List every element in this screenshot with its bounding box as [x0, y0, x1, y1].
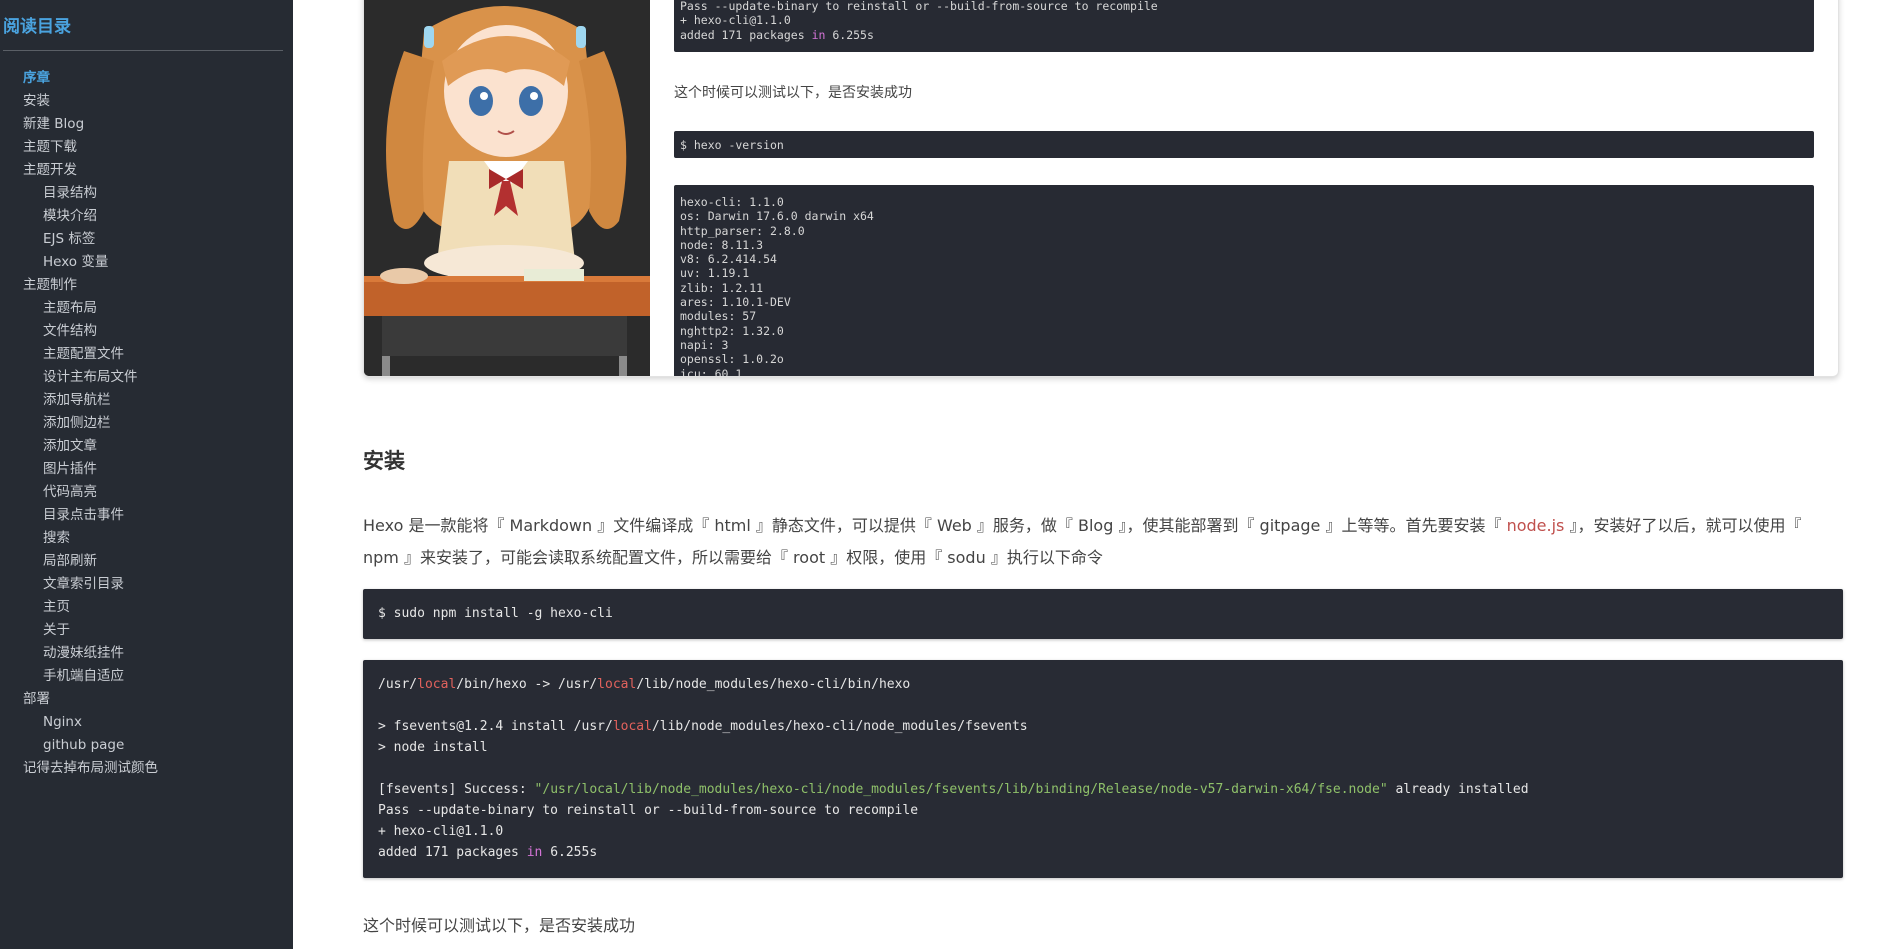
toc-item[interactable]: 添加侧边栏: [0, 412, 293, 435]
toc-item[interactable]: 添加文章: [0, 435, 293, 458]
toc-item[interactable]: Hexo 变量: [0, 251, 293, 274]
toc-item[interactable]: github page: [0, 734, 293, 757]
toc-item[interactable]: 目录结构: [0, 182, 293, 205]
toc-item[interactable]: Nginx: [0, 711, 293, 734]
anime-girl-image: [364, 0, 650, 376]
demo-terminal-area: Pass --update-binary to reinstall or --b…: [674, 0, 1824, 377]
section-heading-install: 安装: [363, 449, 405, 473]
toc-item[interactable]: 新建 Blog: [0, 113, 293, 136]
version-output-line: icu: 60.1: [680, 366, 743, 377]
mini-version-output: hexo-cli: 1.1.0 os: Darwin 17.6.0 darwin …: [674, 185, 1814, 377]
toc-item[interactable]: 主题下载: [0, 136, 293, 159]
toc-item[interactable]: 主页: [0, 596, 293, 619]
toc-item[interactable]: 关于: [0, 619, 293, 642]
version-output-line: hexo-cli: 1.1.0: [680, 195, 784, 209]
toc-item[interactable]: 文章索引目录: [0, 573, 293, 596]
anime-girl-illustration: [364, 0, 650, 376]
toc-item[interactable]: 文件结构: [0, 320, 293, 343]
version-output-line: nghttp2: 1.32.0: [680, 323, 784, 338]
version-output-line: os: Darwin 17.6.0 darwin x64: [680, 209, 874, 224]
mini-check-text: 这个时候可以测试以下，是否安装成功: [674, 85, 912, 101]
toc-item[interactable]: 设计主布局文件: [0, 366, 293, 389]
toc-item[interactable]: 代码高亮: [0, 481, 293, 504]
toc-item[interactable]: 记得去掉布局测试颜色: [0, 757, 293, 780]
main-content: Pass --update-binary to reinstall or --b…: [293, 0, 1882, 949]
toc-list: 序章 安装 新建 Blog 主题下载 主题开发 目录结构 模块介绍 EJS 标签 Hexo 变量…: [0, 67, 293, 780]
mini-install-output: Pass --update-binary to reinstall or --b…: [674, 0, 1814, 52]
toc-item[interactable]: 手机端自适应: [0, 665, 293, 688]
toc-item[interactable]: 主题开发: [0, 159, 293, 182]
version-output-line: uv: 1.19.1: [680, 266, 750, 281]
toc-item[interactable]: 动漫妹纸挂件: [0, 642, 293, 665]
toc-item[interactable]: 局部刷新: [0, 550, 293, 573]
mini-version-command: $ hexo -version: [674, 131, 1814, 158]
version-output-line: openssl: 1.0.2o: [680, 352, 784, 367]
toc-item[interactable]: EJS 标签: [0, 228, 293, 251]
version-output-line: ares: 1.10.1-DEV: [680, 295, 791, 310]
check-install-text: 这个时候可以测试以下，是否安装成功: [363, 916, 636, 935]
install-output-block: /usr/local/bin/hexo -> /usr/local/lib/no…: [363, 660, 1843, 878]
version-output-line: http_parser: 2.8.0: [680, 223, 805, 238]
version-output-line: modules: 57: [680, 309, 757, 324]
toc-item[interactable]: 主题布局: [0, 297, 293, 320]
toc-sidebar: 阅读目录 序章 安装 新建 Blog 主题下载 主题开发 目录结构 模块介绍 EJS 标签 He…: [0, 0, 293, 949]
toc-divider: [3, 50, 283, 51]
toc-item[interactable]: 添加导航栏: [0, 389, 293, 412]
toc-item[interactable]: 主题制作: [0, 274, 293, 297]
version-output-line: v8: 6.2.414.54: [680, 252, 777, 267]
install-paragraph: Hexo 是一款能将『 Markdown 』文件编译成『 html 』静态文件，…: [363, 516, 1802, 567]
version-output-line: napi: 3: [680, 337, 729, 352]
toc-item[interactable]: 目录点击事件: [0, 504, 293, 527]
nodejs-link[interactable]: node.js: [1507, 516, 1565, 535]
version-output-line: zlib: 1.2.11: [680, 280, 764, 295]
toc-item[interactable]: 主题配置文件: [0, 343, 293, 366]
toc-item[interactable]: 安装: [0, 90, 293, 113]
toc-item[interactable]: 部署: [0, 688, 293, 711]
install-command-block: $ sudo npm install -g hexo-cli: [363, 589, 1843, 639]
toc-item[interactable]: 图片插件: [0, 458, 293, 481]
toc-title: 阅读目录: [3, 17, 71, 37]
version-output-line: node: 8.11.3: [680, 237, 764, 252]
toc-item[interactable]: 模块介绍: [0, 205, 293, 228]
toc-item[interactable]: 搜索: [0, 527, 293, 550]
toc-item[interactable]: 序章: [0, 67, 293, 90]
demo-preview-card: Pass --update-binary to reinstall or --b…: [363, 0, 1839, 377]
